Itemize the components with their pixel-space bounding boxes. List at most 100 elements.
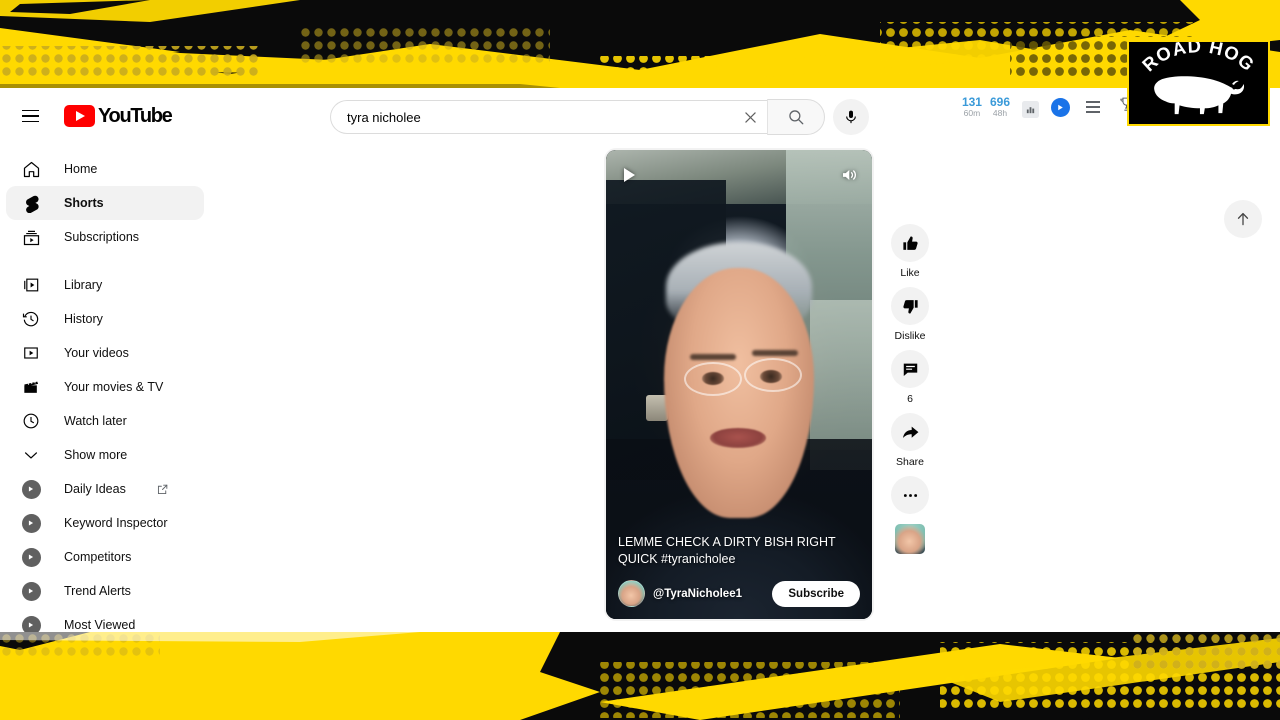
sidebar-item-shorts[interactable]: Shorts [6, 186, 204, 220]
previous-short-button[interactable] [1224, 200, 1262, 238]
share-icon [891, 413, 929, 451]
stat-48h-unit: 48h [992, 107, 1008, 118]
sidebar-item-competitors-label: Competitors [64, 550, 132, 564]
search-input[interactable] [347, 109, 733, 125]
stat-60m-value: 131 [961, 95, 982, 110]
channel-handle[interactable]: @TyraNicholee1 [653, 588, 742, 600]
list-icon[interactable] [1086, 101, 1100, 113]
vidiq-icon [20, 580, 42, 602]
history-icon [20, 308, 42, 330]
sidebar-item-subscriptions-label: Subscriptions [64, 230, 140, 244]
search-icon [789, 110, 804, 125]
sidebar-item-daily-ideas-label: Daily Ideas [64, 482, 126, 496]
youtube-logo[interactable]: YouTube [64, 104, 173, 128]
shorts-icon [20, 192, 42, 214]
vidiq-stats: 131 60m 696 48h [962, 96, 1039, 118]
sidebar-item-shorts-label: Shorts [64, 196, 104, 210]
sidebar-item-history[interactable]: History [6, 302, 204, 336]
arrow-up-icon [1237, 212, 1249, 226]
road-hog-logo-badge: ROAD HOG [1127, 40, 1270, 126]
sidebar-item-most-viewed[interactable]: Most Viewed [6, 608, 204, 632]
stat-48h-value: 696 [989, 95, 1010, 110]
clear-search-icon[interactable] [733, 101, 767, 133]
microphone-icon [846, 110, 856, 124]
channel-row: @TyraNicholee1 Subscribe [618, 580, 860, 607]
sidebar-item-movies-tv-label: Your movies & TV [64, 380, 164, 394]
search-button[interactable] [767, 99, 825, 135]
sidebar-item-subscriptions[interactable]: Subscriptions [6, 220, 204, 254]
search-box[interactable] [330, 100, 767, 134]
share-button[interactable]: Share [891, 413, 929, 468]
sidebar-item-show-more[interactable]: Show more [6, 438, 204, 472]
guide-menu-icon[interactable] [10, 96, 50, 136]
home-icon [20, 158, 42, 180]
vidiq-circle-icon[interactable] [1051, 97, 1070, 117]
bottom-decorative-banner [0, 632, 1280, 720]
more-options-button[interactable] [891, 476, 929, 514]
screenshot-stage: YouTube tyra nicholee 131 60m 696 48h Ho… [0, 0, 1280, 720]
sidebar-item-home-label: Home [64, 162, 98, 176]
sidebar-item-show-more-label: Show more [64, 448, 128, 462]
sidebar-item-trend-alerts[interactable]: Trend Alerts [6, 574, 204, 608]
more-horizontal-icon [891, 476, 929, 514]
sidebar-item-home[interactable]: Home [6, 152, 204, 186]
stat-60m: 131 60m [962, 96, 982, 118]
shorts-title: LEMME CHECK A DIRTY BISH RIGHT QUICK #ty… [618, 535, 836, 567]
library-icon [20, 274, 42, 296]
thumbs-up-icon [891, 224, 929, 262]
sidebar-item-competitors[interactable]: Competitors [6, 540, 204, 574]
vidiq-icon [20, 546, 42, 568]
shorts-metadata: LEMME CHECK A DIRTY BISH RIGHT QUICK #ty… [606, 534, 872, 607]
stat-60m-unit: 60m [963, 107, 981, 118]
vidiq-icon [20, 478, 42, 500]
dislike-button[interactable]: Dislike [891, 287, 929, 342]
youtube-play-icon [64, 105, 95, 127]
thumbs-down-icon [891, 287, 929, 325]
sidebar-item-movies-tv[interactable]: Your movies & TV [6, 370, 204, 404]
clock-icon [20, 410, 42, 432]
guide-sidebar: Home Shorts Subscriptions Library Histor… [0, 144, 210, 632]
sidebar-item-daily-ideas[interactable]: Daily Ideas [6, 472, 204, 506]
comment-count: 6 [907, 393, 913, 405]
sidebar-item-your-videos[interactable]: Your videos [6, 336, 204, 370]
subscriptions-icon [20, 226, 42, 248]
search-area [330, 99, 869, 135]
chevron-down-icon [20, 444, 42, 466]
bar-chart-icon[interactable] [1022, 100, 1039, 118]
vidiq-icon [20, 512, 42, 534]
movies-tv-icon [20, 376, 42, 398]
channel-thumbnail[interactable] [895, 524, 925, 554]
stat-48h: 696 48h [990, 96, 1010, 118]
sidebar-item-history-label: History [64, 312, 103, 326]
sidebar-item-library[interactable]: Library [6, 268, 204, 302]
sidebar-item-trend-alerts-label: Trend Alerts [64, 584, 131, 598]
sidebar-item-keyword-inspector-label: Keyword Inspector [64, 516, 168, 530]
youtube-wordmark: YouTube [98, 104, 173, 127]
volume-on-icon[interactable] [840, 166, 858, 189]
shorts-action-rail: Like Dislike 6 Share [882, 224, 938, 554]
sidebar-item-watch-later[interactable]: Watch later [6, 404, 204, 438]
top-decorative-banner [0, 0, 1280, 88]
sidebar-item-keyword-inspector[interactable]: Keyword Inspector [6, 506, 204, 540]
comments-button[interactable]: 6 [891, 350, 929, 405]
play-icon[interactable] [624, 168, 635, 182]
shorts-video-player[interactable]: LEMME CHECK A DIRTY BISH RIGHT QUICK #ty… [606, 150, 872, 619]
like-label: Like [900, 267, 920, 279]
vidiq-icon [20, 614, 42, 632]
masthead: YouTube tyra nicholee 131 60m 696 48h [0, 88, 1280, 144]
sidebar-item-your-videos-label: Your videos [64, 346, 129, 360]
comment-icon [891, 350, 929, 388]
your-videos-icon [20, 342, 42, 364]
subscribe-button[interactable]: Subscribe [772, 580, 860, 607]
avatar[interactable] [618, 580, 645, 607]
sidebar-item-library-label: Library [64, 278, 103, 292]
voice-search-button[interactable] [833, 99, 869, 135]
sidebar-item-most-viewed-label: Most Viewed [64, 618, 136, 632]
shorts-player-area: LEMME CHECK A DIRTY BISH RIGHT QUICK #ty… [210, 144, 1280, 632]
like-button[interactable]: Like [891, 224, 929, 279]
dislike-label: Dislike [894, 330, 926, 342]
youtube-page: YouTube tyra nicholee 131 60m 696 48h Ho… [0, 88, 1280, 632]
external-link-icon[interactable] [156, 483, 169, 496]
share-label: Share [895, 456, 925, 468]
sidebar-item-watch-later-label: Watch later [64, 414, 127, 428]
